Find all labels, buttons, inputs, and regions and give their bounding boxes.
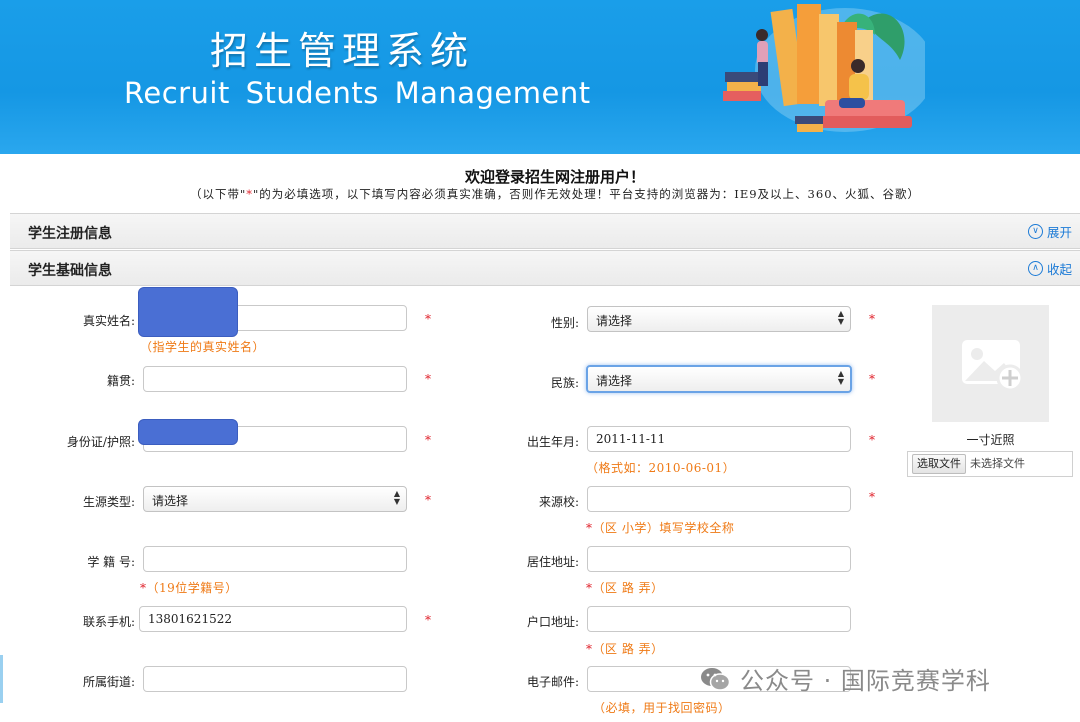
hukou-hint: *（区 路 弄） [586,640,664,657]
chevron-up-icon: ∧ [1027,261,1043,276]
required-mark: * [869,433,875,447]
gender-label: 性别: [550,316,579,330]
expand-label: 展开 [1046,225,1072,240]
native-place-label: 籍贯: [106,374,135,388]
choose-file-button[interactable]: 选取文件 [912,454,966,474]
notice-text: （以下带"*"的为必填选项，以下填写内容必须真实准确，否则作无效处理！平台支持的… [0,186,1080,202]
residence-hint-text: （区 路 弄） [592,581,664,595]
collapse-button[interactable]: ∧ 收起 [1027,259,1072,278]
source-school-hint: *（区 小学）填写学校全称 [586,519,734,536]
redaction-overlay [138,419,238,445]
residence-input[interactable] [587,546,851,572]
photo-placeholder[interactable] [932,305,1049,422]
student-no-hint: *（19位学籍号） [140,579,238,596]
section-registration-header: 学生注册信息 ∨ 展开 [10,213,1080,249]
expand-button[interactable]: ∨ 展开 [1027,222,1072,241]
required-mark: * [425,433,431,447]
real-name-hint: （指学生的真实姓名） [140,340,266,354]
required-mark: * [869,372,875,386]
birth-date-hint: （格式如：2010-06-01） [586,461,736,475]
collapse-label: 收起 [1046,262,1072,277]
system-title-cn: 招生管理系统 [210,29,475,73]
residence-label: 居住地址: [526,555,579,569]
photo-caption: 一寸近照 [966,433,1015,447]
gender-value: 请选择 [596,314,633,328]
birth-date-input[interactable]: 2011-11-11 [587,426,851,452]
real-name-label: 真实姓名: [82,314,135,328]
ethnicity-value: 请选择 [596,374,633,388]
street-label: 所属街道: [82,675,135,689]
required-mark: * [425,372,431,386]
native-place-input[interactable] [143,366,407,392]
source-school-label: 来源校: [538,495,579,509]
system-title-en: Recruit Students Management [124,76,591,110]
notice-star: * [246,187,254,201]
watermark-text: 公众号 · 国际竞赛学科 [740,667,991,695]
hukou-label: 户口地址: [526,615,579,629]
banner-illustration [723,4,925,132]
notice-suffix: "的为必填选项，以下填写内容必须真实准确，否则作无效处理！平台支持的浏览器为：I… [253,187,921,201]
ethnicity-label: 民族: [550,376,579,390]
required-mark: * [869,490,875,504]
source-type-select[interactable]: 请选择 ▲ ▼ [143,486,407,512]
street-input[interactable] [143,666,407,692]
id-card-label: 身份证/护照: [66,435,135,449]
student-no-label: 学 籍 号: [87,555,135,569]
section-basic-label: 学生基础信息 [28,263,112,279]
ethnicity-select[interactable]: 请选择 ▲ ▼ [586,365,852,393]
chevron-down-icon: ∨ [1027,224,1043,239]
gender-select[interactable]: 请选择 ▲ ▼ [587,306,851,332]
file-status: 未选择文件 [970,457,1025,470]
required-mark: * [425,493,431,507]
birth-date-label: 出生年月: [526,435,579,449]
section-registration-label: 学生注册信息 [28,226,112,242]
select-arrows-icon: ▲ ▼ [837,369,844,386]
source-type-value: 请选择 [152,494,189,508]
source-type-label: 生源类型: [82,495,135,509]
wechat-icon [701,667,730,691]
header-banner: 招生管理系统 Recruit Students Management [0,0,1080,154]
hukou-input[interactable] [587,606,851,632]
required-mark: * [425,312,431,326]
hukou-hint-text: （区 路 弄） [592,642,664,656]
redaction-overlay [138,287,238,337]
email-hint: （必填，用于找回密码） [593,701,731,715]
left-edge-strip [0,655,3,703]
welcome-title: 欢迎登录招生网注册用户！ [464,168,645,186]
residence-hint: *（区 路 弄） [586,579,664,596]
image-add-icon [962,340,1024,392]
file-upload-field: 选取文件 未选择文件 [907,451,1073,477]
phone-input[interactable]: 13801621522 [139,606,407,632]
email-label: 电子邮件: [526,675,579,689]
select-arrows-icon: ▲ ▼ [837,309,844,326]
watermark: 公众号 · 国际竞赛学科 [700,661,991,696]
section-basic-header: 学生基础信息 ∧ 收起 [10,250,1080,286]
required-mark: * [869,312,875,326]
student-no-hint-text: （19位学籍号） [146,581,238,595]
select-arrows-icon: ▲ ▼ [393,489,400,506]
student-no-input[interactable] [143,546,407,572]
required-mark: * [425,613,431,627]
source-school-input[interactable] [587,486,851,512]
notice-prefix: （以下带" [189,187,247,201]
phone-label: 联系手机: [82,615,135,629]
source-school-hint-text: （区 小学）填写学校全称 [592,521,735,535]
